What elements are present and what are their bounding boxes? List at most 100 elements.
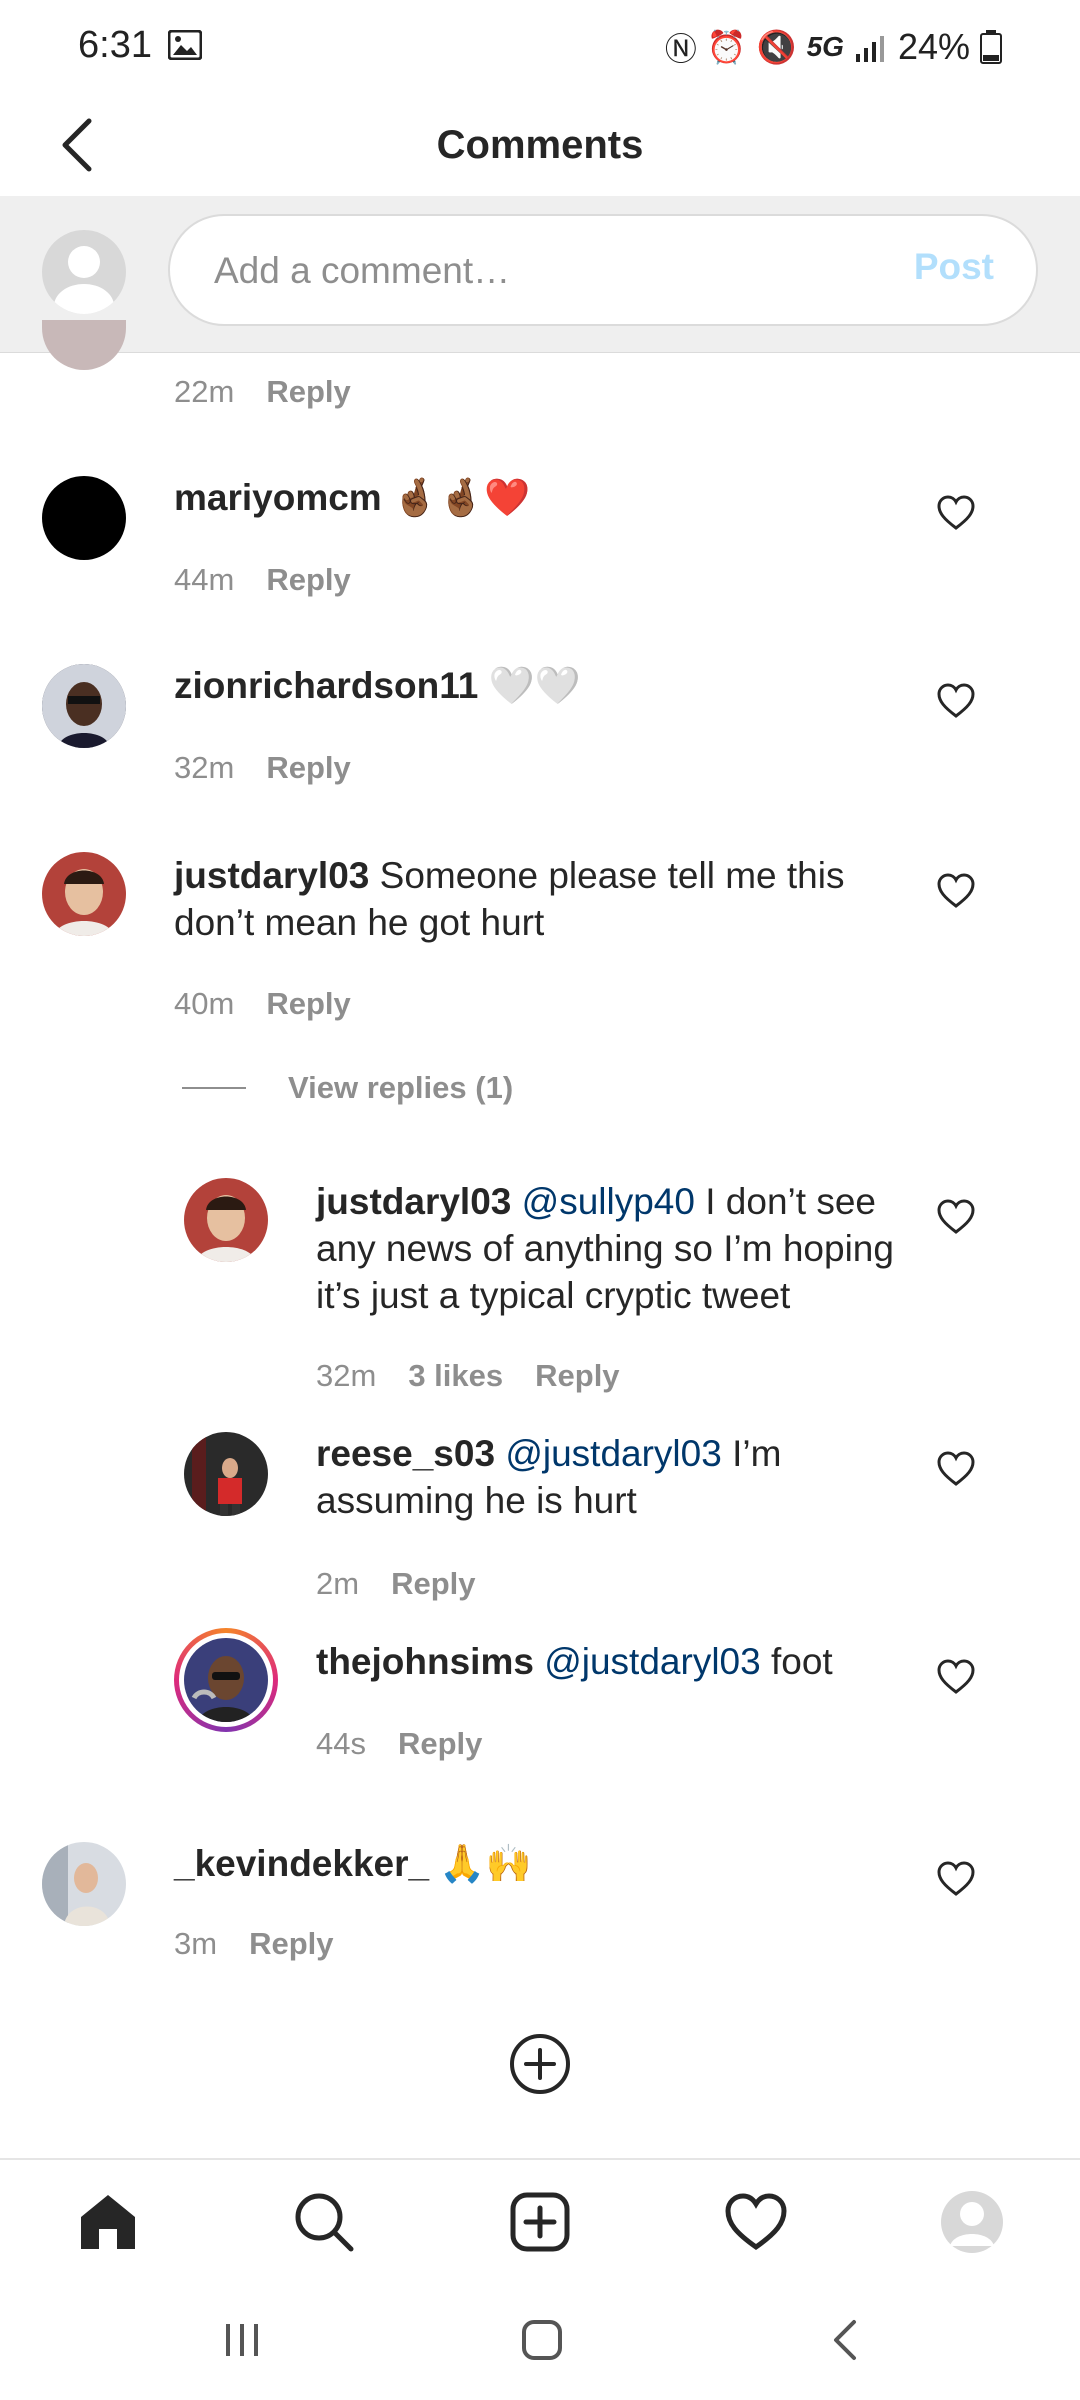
plus-circle-icon bbox=[510, 2034, 570, 2094]
comment-text-line2: don’t mean he got hurt bbox=[174, 902, 545, 943]
avatar[interactable] bbox=[42, 664, 126, 748]
current-user-avatar bbox=[42, 230, 126, 314]
post-button[interactable]: Post bbox=[914, 246, 994, 288]
comment-body: zionrichardson11 🤍🤍 bbox=[174, 662, 581, 709]
heart-outline-icon[interactable] bbox=[936, 1860, 976, 1900]
likes-count[interactable]: 3 likes bbox=[408, 1358, 503, 1394]
comment-meta: 3m Reply bbox=[174, 1926, 334, 1962]
heart-outline-icon[interactable] bbox=[936, 1198, 976, 1238]
reply-text: foot bbox=[770, 1641, 833, 1682]
reply-button[interactable]: Reply bbox=[391, 1566, 475, 1602]
reply-username[interactable]: reese_s03 bbox=[316, 1433, 495, 1474]
reply-time: 32m bbox=[316, 1358, 377, 1393]
reply-time: 2m bbox=[316, 1566, 360, 1601]
reply-button[interactable]: Reply bbox=[398, 1726, 482, 1762]
avatar-story-ring[interactable] bbox=[174, 1628, 278, 1732]
nav-profile[interactable] bbox=[940, 2190, 1004, 2254]
alarm-icon: ⏰ bbox=[706, 29, 747, 65]
comment-meta: 44m Reply bbox=[174, 562, 351, 598]
view-replies-label: View replies (1) bbox=[288, 1070, 514, 1105]
comment-body: mariyomcm 🤞🏾🤞🏾❤️ bbox=[174, 474, 530, 521]
heart-icon bbox=[725, 2193, 787, 2251]
comment-meta: 32m Reply bbox=[174, 750, 351, 786]
comment-input-box: Post bbox=[168, 214, 1038, 326]
plus-square-icon bbox=[510, 2192, 570, 2252]
mention-link[interactable]: @sullyp40 bbox=[522, 1181, 695, 1222]
heart-outline-icon[interactable] bbox=[936, 494, 976, 534]
reply-meta: 2m Reply bbox=[316, 1566, 476, 1602]
comment-input-bar: Post bbox=[0, 196, 1080, 353]
bottom-nav bbox=[0, 2158, 1080, 2282]
reply-button[interactable]: Reply bbox=[249, 1926, 333, 1962]
reply-meta: 44s Reply bbox=[316, 1726, 482, 1762]
comment-time: 40m bbox=[174, 986, 235, 1021]
reply-button[interactable]: Reply bbox=[266, 750, 350, 786]
home-icon bbox=[81, 2195, 135, 2249]
load-more-comments-button[interactable] bbox=[508, 2032, 572, 2096]
status-time: 6:31 bbox=[78, 24, 152, 66]
avatar[interactable] bbox=[184, 1432, 268, 1516]
mention-link[interactable]: @justdaryl03 bbox=[544, 1641, 761, 1682]
heart-outline-icon[interactable] bbox=[936, 872, 976, 912]
comment-meta: 40m Reply bbox=[174, 986, 351, 1022]
nav-activity[interactable] bbox=[724, 2190, 788, 2254]
avatar[interactable] bbox=[184, 1178, 268, 1262]
search-icon bbox=[295, 2193, 354, 2252]
gallery-notification-icon bbox=[168, 30, 202, 60]
reply-button[interactable]: Reply bbox=[266, 562, 350, 598]
comment-text: 🙏🙌 bbox=[439, 1843, 532, 1884]
comment-body: _kevindekker_ 🙏🙌 bbox=[174, 1840, 532, 1887]
battery-percent: 24% bbox=[897, 26, 970, 67]
nfc-icon: Ⓝ bbox=[664, 31, 697, 67]
comment-text: Someone please tell me this bbox=[379, 855, 845, 896]
heart-outline-icon[interactable] bbox=[936, 1658, 976, 1698]
reply-body: reese_s03 @justdaryl03 I’m assuming he i… bbox=[316, 1430, 916, 1524]
signal-icon bbox=[855, 36, 884, 62]
heart-outline-icon[interactable] bbox=[936, 1450, 976, 1490]
heart-outline-icon[interactable] bbox=[936, 682, 976, 722]
reply-text: I’m bbox=[732, 1433, 782, 1474]
recent-apps-icon[interactable] bbox=[212, 2310, 272, 2370]
system-navigation-bar bbox=[0, 2280, 1080, 2400]
avatar[interactable] bbox=[42, 476, 126, 560]
status-right-group: Ⓝ ⏰ 🔇 5G 24% bbox=[665, 24, 1002, 70]
view-replies-divider bbox=[182, 1087, 246, 1089]
avatar[interactable] bbox=[42, 320, 126, 370]
battery-icon bbox=[980, 30, 1002, 64]
view-replies-button[interactable]: View replies (1) bbox=[182, 1070, 513, 1106]
avatar[interactable] bbox=[42, 1842, 126, 1926]
reply-text: I don’t see bbox=[705, 1181, 876, 1222]
system-back-icon[interactable] bbox=[816, 2310, 876, 2370]
nav-new-post[interactable] bbox=[508, 2190, 572, 2254]
reply-username[interactable]: justdaryl03 bbox=[316, 1181, 511, 1222]
reply-username[interactable]: thejohnsims bbox=[316, 1641, 534, 1682]
chevron-left-icon bbox=[62, 118, 92, 172]
nav-search[interactable] bbox=[292, 2190, 356, 2254]
comment-input[interactable] bbox=[212, 216, 856, 326]
reply-time: 44s bbox=[316, 1726, 366, 1761]
comment-time: 3m bbox=[174, 1926, 218, 1961]
avatar[interactable] bbox=[42, 852, 126, 936]
comment-username[interactable]: justdaryl03 bbox=[174, 855, 369, 896]
back-button[interactable] bbox=[42, 110, 112, 180]
reply-text-line2: any news of anything so I’m hoping bbox=[316, 1228, 894, 1269]
reply-body: justdaryl03 @sullyp40 I don’t see any ne… bbox=[316, 1178, 916, 1319]
profile-icon bbox=[941, 2191, 1003, 2253]
network-type: 5G bbox=[806, 31, 844, 62]
status-bar: 6:31 Ⓝ ⏰ 🔇 5G 24% bbox=[0, 0, 1080, 96]
reply-body: thejohnsims @justdaryl03 foot bbox=[316, 1638, 916, 1685]
reply-text-line2: assuming he is hurt bbox=[316, 1480, 637, 1521]
page-title: Comments bbox=[436, 123, 644, 167]
nav-home[interactable] bbox=[76, 2190, 140, 2254]
reply-button[interactable]: Reply bbox=[266, 986, 350, 1022]
comment-meta: 22m Reply bbox=[174, 374, 351, 410]
home-button-icon[interactable] bbox=[512, 2310, 572, 2370]
reply-button[interactable]: Reply bbox=[266, 374, 350, 410]
reply-button[interactable]: Reply bbox=[535, 1358, 619, 1394]
comment-body: justdaryl03 Someone please tell me this … bbox=[174, 852, 874, 946]
comment-username[interactable]: mariyomcm bbox=[174, 477, 382, 518]
mention-link[interactable]: @justdaryl03 bbox=[505, 1433, 722, 1474]
comment-username[interactable]: _kevindekker_ bbox=[174, 1843, 429, 1884]
comment-time: 22m bbox=[174, 374, 235, 409]
comment-username[interactable]: zionrichardson11 bbox=[174, 665, 478, 706]
